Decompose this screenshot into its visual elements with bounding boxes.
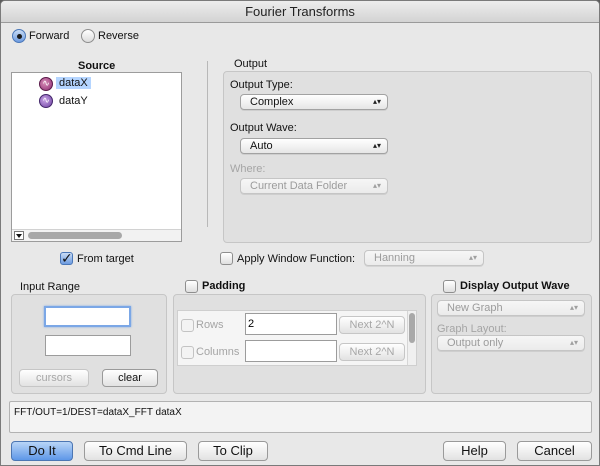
to-clip-button[interactable]: To Clip (198, 441, 268, 461)
scroll-menu-icon[interactable] (14, 231, 24, 240)
window-function-label: Apply Window Function: (237, 253, 355, 265)
columns-label: Columns (196, 346, 240, 358)
where-popup[interactable]: Current Data Folder ▴▾ (240, 178, 388, 194)
reverse-label: Reverse (98, 30, 139, 42)
where-label: Where: (230, 163, 266, 175)
wave-icon: ∿ (39, 77, 53, 91)
popup-arrows-icon: ▴▾ (372, 181, 381, 190)
range-end-input[interactable] (45, 335, 131, 356)
to-cmd-line-button[interactable]: To Cmd Line (84, 441, 187, 461)
source-list-hscrollbar[interactable] (12, 229, 181, 241)
command-text: FFT/OUT=1/DEST=dataX_FFT dataX (9, 401, 592, 433)
clear-button[interactable]: clear (102, 369, 158, 387)
graph-layout-label: Graph Layout: (437, 323, 507, 335)
cursors-button[interactable]: cursors (19, 369, 89, 387)
popup-arrows-icon: ▴▾ (468, 253, 477, 262)
popup-arrows-icon: ▴▾ (372, 141, 381, 150)
vertical-divider (207, 61, 208, 227)
popup-arrows-icon: ▴▾ (569, 338, 578, 347)
output-heading: Output (234, 58, 268, 70)
columns-next-2n-button[interactable]: Next 2^N (339, 343, 405, 361)
popup-arrows-icon: ▴▾ (372, 97, 381, 106)
columns-checkbox[interactable] (181, 346, 194, 359)
output-type-label: Output Type: (230, 79, 293, 91)
scroll-thumb[interactable] (409, 313, 415, 343)
window-function-checkbox[interactable] (220, 252, 233, 265)
display-output-checkbox[interactable] (443, 280, 456, 293)
output-type-popup[interactable]: Complex ▴▾ (240, 94, 388, 110)
window-function-popup[interactable]: Hanning ▴▾ (364, 250, 484, 266)
scroll-thumb[interactable] (28, 232, 122, 239)
padding-checkbox[interactable] (185, 280, 198, 293)
input-range-heading: Input Range (20, 281, 80, 293)
rows-label: Rows (196, 319, 224, 331)
window-title: Fourier Transforms (1, 1, 599, 23)
padding-vscrollbar[interactable] (407, 311, 416, 365)
help-button[interactable]: Help (443, 441, 506, 461)
display-output-label: Display Output Wave (460, 280, 570, 292)
rows-next-2n-button[interactable]: Next 2^N (339, 316, 405, 334)
output-wave-label: Output Wave: (230, 122, 297, 134)
source-item-datax[interactable]: dataX (56, 77, 91, 89)
reverse-radio[interactable] (81, 29, 95, 43)
output-wave-popup[interactable]: Auto ▴▾ (240, 138, 388, 154)
from-target-label: From target (77, 253, 134, 265)
columns-input[interactable] (245, 340, 337, 362)
source-item-datay[interactable]: dataY (59, 95, 88, 107)
wave-icon: ∿ (39, 94, 53, 108)
forward-radio[interactable] (12, 29, 26, 43)
do-it-button[interactable]: Do It (11, 441, 73, 461)
rows-input[interactable] (245, 313, 337, 335)
popup-arrows-icon: ▴▾ (569, 303, 578, 312)
rows-checkbox[interactable] (181, 319, 194, 332)
graph-popup[interactable]: New Graph ▴▾ (437, 300, 585, 316)
source-heading: Source (78, 60, 116, 72)
forward-label: Forward (29, 30, 70, 42)
from-target-checkbox[interactable] (60, 250, 73, 267)
padding-label: Padding (202, 280, 246, 292)
fourier-transforms-dialog: Fourier Transforms Forward Reverse Sourc… (0, 0, 600, 466)
source-list[interactable]: ∿ dataX ∿ dataY (11, 72, 182, 242)
cancel-button[interactable]: Cancel (517, 441, 592, 461)
range-start-input[interactable] (44, 306, 131, 327)
graph-layout-popup[interactable]: Output only ▴▾ (437, 335, 585, 351)
